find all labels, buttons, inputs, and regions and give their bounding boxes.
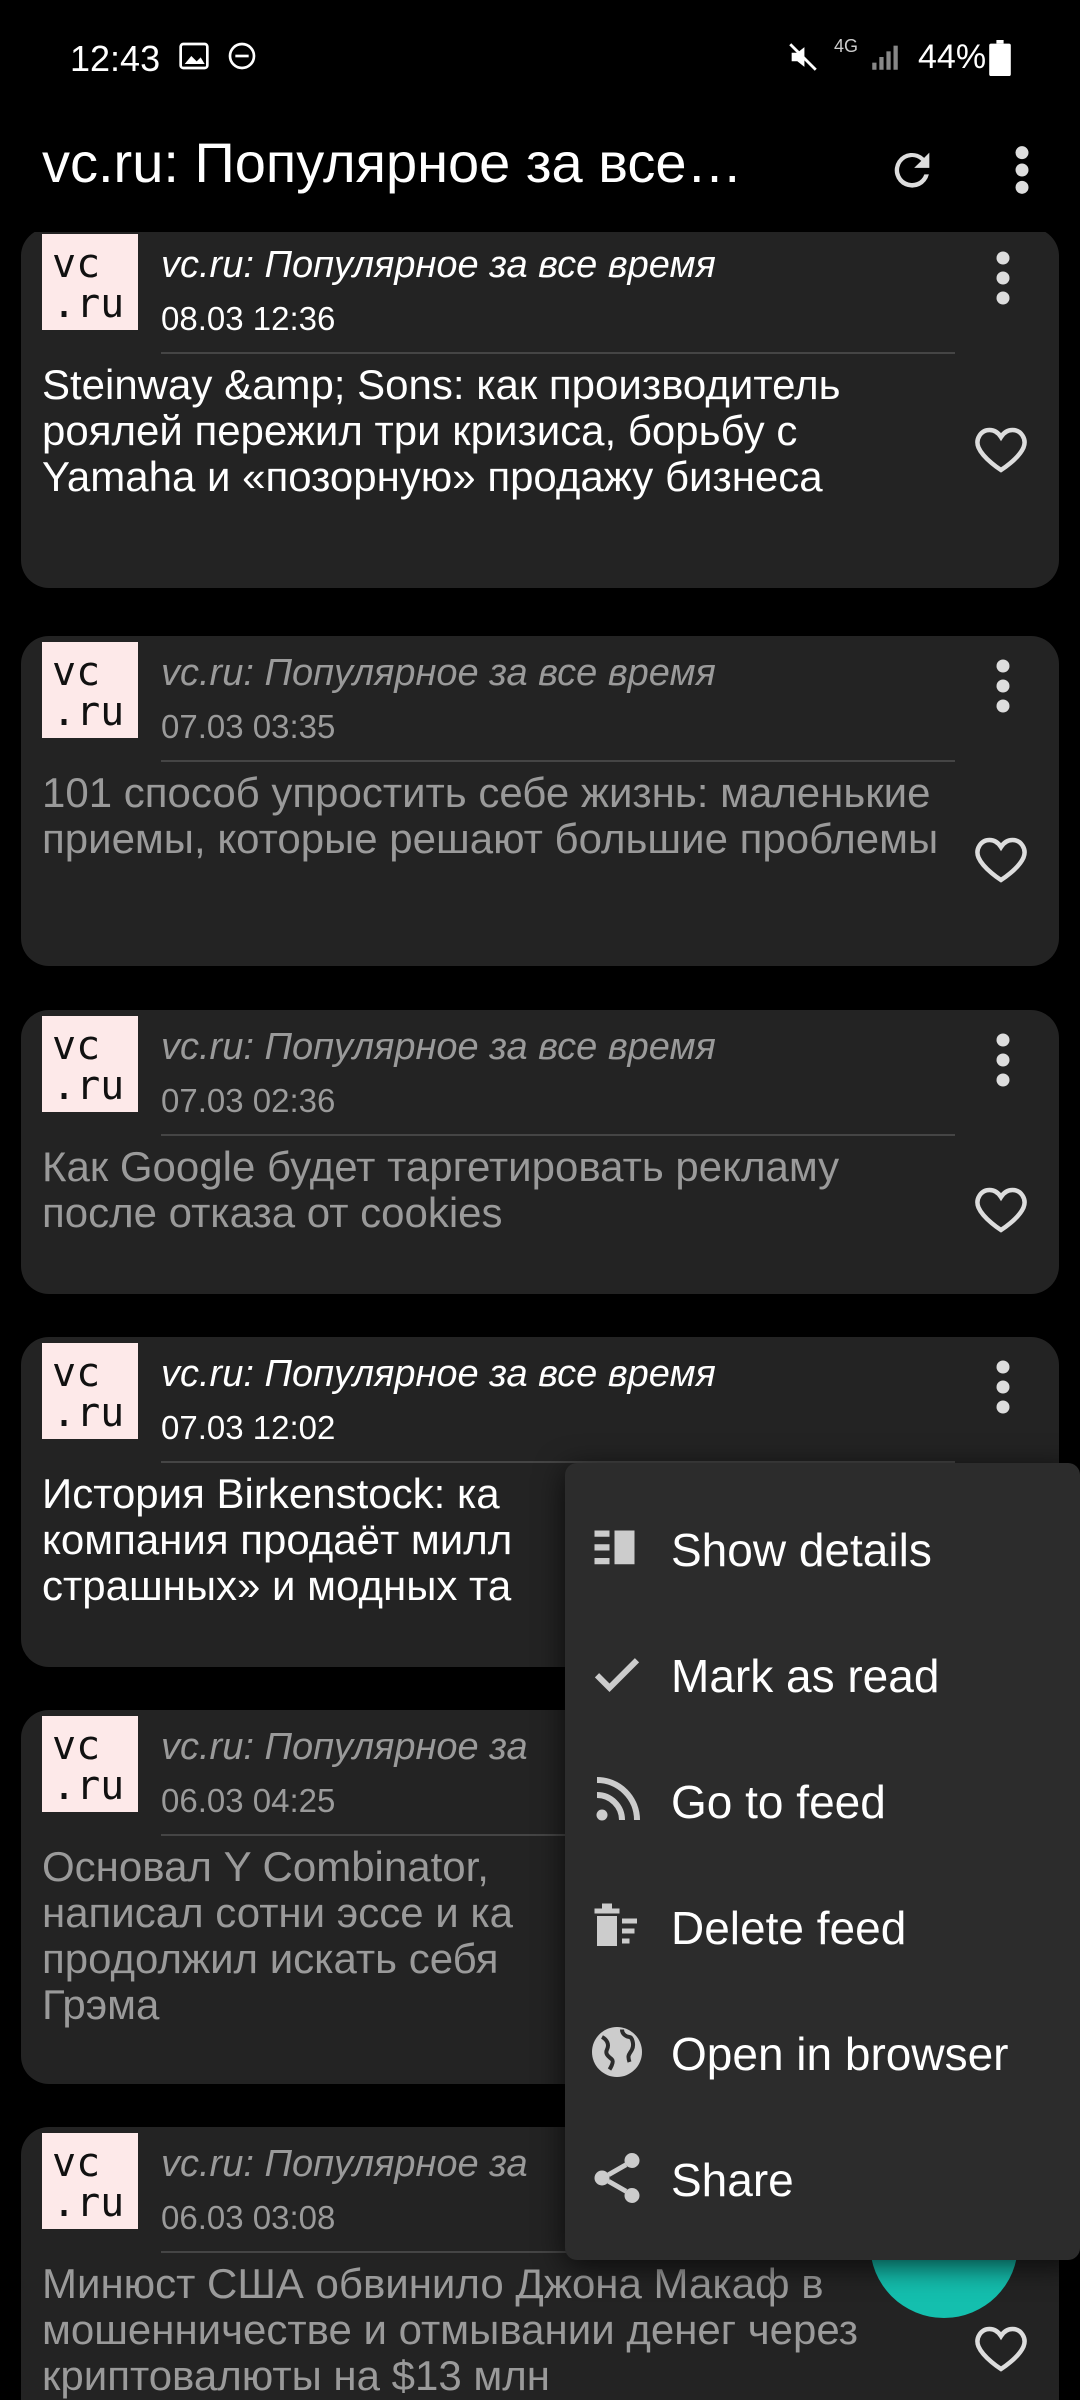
menu-item-mark-as-read[interactable]: Mark as read xyxy=(565,1611,1080,1737)
feed-name: vc.ru: Популярное за все время xyxy=(161,1353,716,1395)
heart-icon xyxy=(975,1187,1027,1233)
feed-name: vc.ru: Популярное за все время xyxy=(161,652,716,694)
item-title: Минюст США обвинило Джона Макаф в мошенн… xyxy=(42,2260,859,2399)
heart-icon xyxy=(975,837,1027,883)
globe-icon xyxy=(592,2027,642,2077)
item-date: 06.03 03:08 xyxy=(161,2199,336,2236)
battery-percent: 44% xyxy=(918,38,987,76)
favorite-button[interactable] xyxy=(971,1180,1031,1240)
more-vert-icon xyxy=(996,251,1010,305)
menu-item-go-to-feed[interactable]: Go to feed xyxy=(565,1737,1080,1863)
app-bar: vc.ru: Популярное за все… xyxy=(0,120,1080,232)
favorite-button[interactable] xyxy=(971,830,1031,890)
item-title: История Birkenstock: ка компания продаёт… xyxy=(42,1470,513,1609)
feed-name: vc.ru: Популярное за все время xyxy=(161,244,716,286)
favorite-button[interactable] xyxy=(971,2319,1031,2379)
heart-icon xyxy=(975,2326,1027,2372)
signal-icon xyxy=(868,40,902,79)
item-title: 101 способ упростить себе жизнь: маленьк… xyxy=(42,769,939,862)
menu-label: Open in browser xyxy=(671,2028,1009,2080)
overflow-menu-button[interactable] xyxy=(982,130,1062,210)
feed-logo: vc .ru xyxy=(42,234,138,330)
refresh-icon xyxy=(894,152,930,188)
feed-logo: vc .ru xyxy=(42,1016,138,1112)
page-title: vc.ru: Популярное за все… xyxy=(42,131,743,194)
feed-card[interactable]: vc .ru vc.ru: Популярное за все время 07… xyxy=(21,1010,1059,1294)
item-more-button[interactable] xyxy=(983,1030,1023,1090)
item-date: 07.03 02:36 xyxy=(161,1082,336,1119)
menu-label: Show details xyxy=(671,1524,932,1576)
menu-item-open-in-browser[interactable]: Open in browser xyxy=(565,1989,1080,2115)
feed-logo: vc .ru xyxy=(42,1716,138,1812)
item-more-button[interactable] xyxy=(983,1357,1023,1417)
status-time: 12:43 xyxy=(70,38,161,79)
item-more-button[interactable] xyxy=(983,656,1023,716)
rss-icon xyxy=(596,1777,640,1821)
menu-label: Share xyxy=(671,2154,794,2206)
dnd-icon xyxy=(226,40,258,77)
refresh-button[interactable] xyxy=(872,130,952,210)
more-vert-icon xyxy=(996,1360,1010,1414)
battery-icon xyxy=(988,40,1012,81)
divider xyxy=(161,352,955,354)
feed-name: vc.ru: Популярное за все время xyxy=(161,1026,716,1068)
divider xyxy=(161,760,955,762)
more-vert-icon xyxy=(996,1033,1010,1087)
mute-icon xyxy=(786,40,820,79)
status-bar: 12:43 4G 44% xyxy=(0,0,1080,120)
feed-logo: vc .ru xyxy=(42,642,138,738)
details-icon xyxy=(594,1530,635,1565)
feed-logo: vc .ru xyxy=(42,1343,138,1439)
item-date: 08.03 12:36 xyxy=(161,300,336,337)
favorite-button[interactable] xyxy=(971,420,1031,480)
more-vert-icon xyxy=(1015,146,1029,194)
item-title: Основал Y Combinator, написал сотни эссе… xyxy=(42,1843,514,2028)
gallery-icon xyxy=(178,40,210,77)
feed-card[interactable]: vc .ru vc.ru: Популярное за все время 07… xyxy=(21,636,1059,966)
feed-name: vc.ru: Популярное за xyxy=(161,1726,528,1768)
menu-item-share[interactable]: Share xyxy=(565,2115,1080,2241)
more-vert-icon xyxy=(996,659,1010,713)
menu-label: Delete feed xyxy=(671,1902,907,1954)
share-icon xyxy=(594,2153,640,2203)
item-title: Как Google будет таргетировать рекламу п… xyxy=(42,1143,840,1236)
delete-icon xyxy=(594,1903,637,1946)
item-date: 07.03 03:35 xyxy=(161,708,336,745)
feed-logo: vc .ru xyxy=(42,2133,138,2229)
check-icon xyxy=(594,1658,640,1692)
feed-name: vc.ru: Популярное за xyxy=(161,2143,528,2185)
item-date: 07.03 12:02 xyxy=(161,1409,336,1446)
menu-item-delete-feed[interactable]: Delete feed xyxy=(565,1863,1080,1989)
item-title: Steinway &amp; Sons: как производитель р… xyxy=(42,361,841,500)
divider xyxy=(161,1134,955,1136)
context-menu: Show details Mark as read Go to feed Del… xyxy=(565,1463,1080,2260)
feed-card[interactable]: vc .ru vc.ru: Популярное за все время 08… xyxy=(21,232,1059,588)
item-more-button[interactable] xyxy=(983,248,1023,308)
heart-icon xyxy=(975,427,1027,473)
item-date: 06.03 04:25 xyxy=(161,1782,336,1819)
menu-label: Go to feed xyxy=(671,1776,886,1828)
menu-item-show-details[interactable]: Show details xyxy=(565,1485,1080,1611)
menu-label: Mark as read xyxy=(671,1650,940,1702)
network-type-icon: 4G xyxy=(834,36,859,56)
